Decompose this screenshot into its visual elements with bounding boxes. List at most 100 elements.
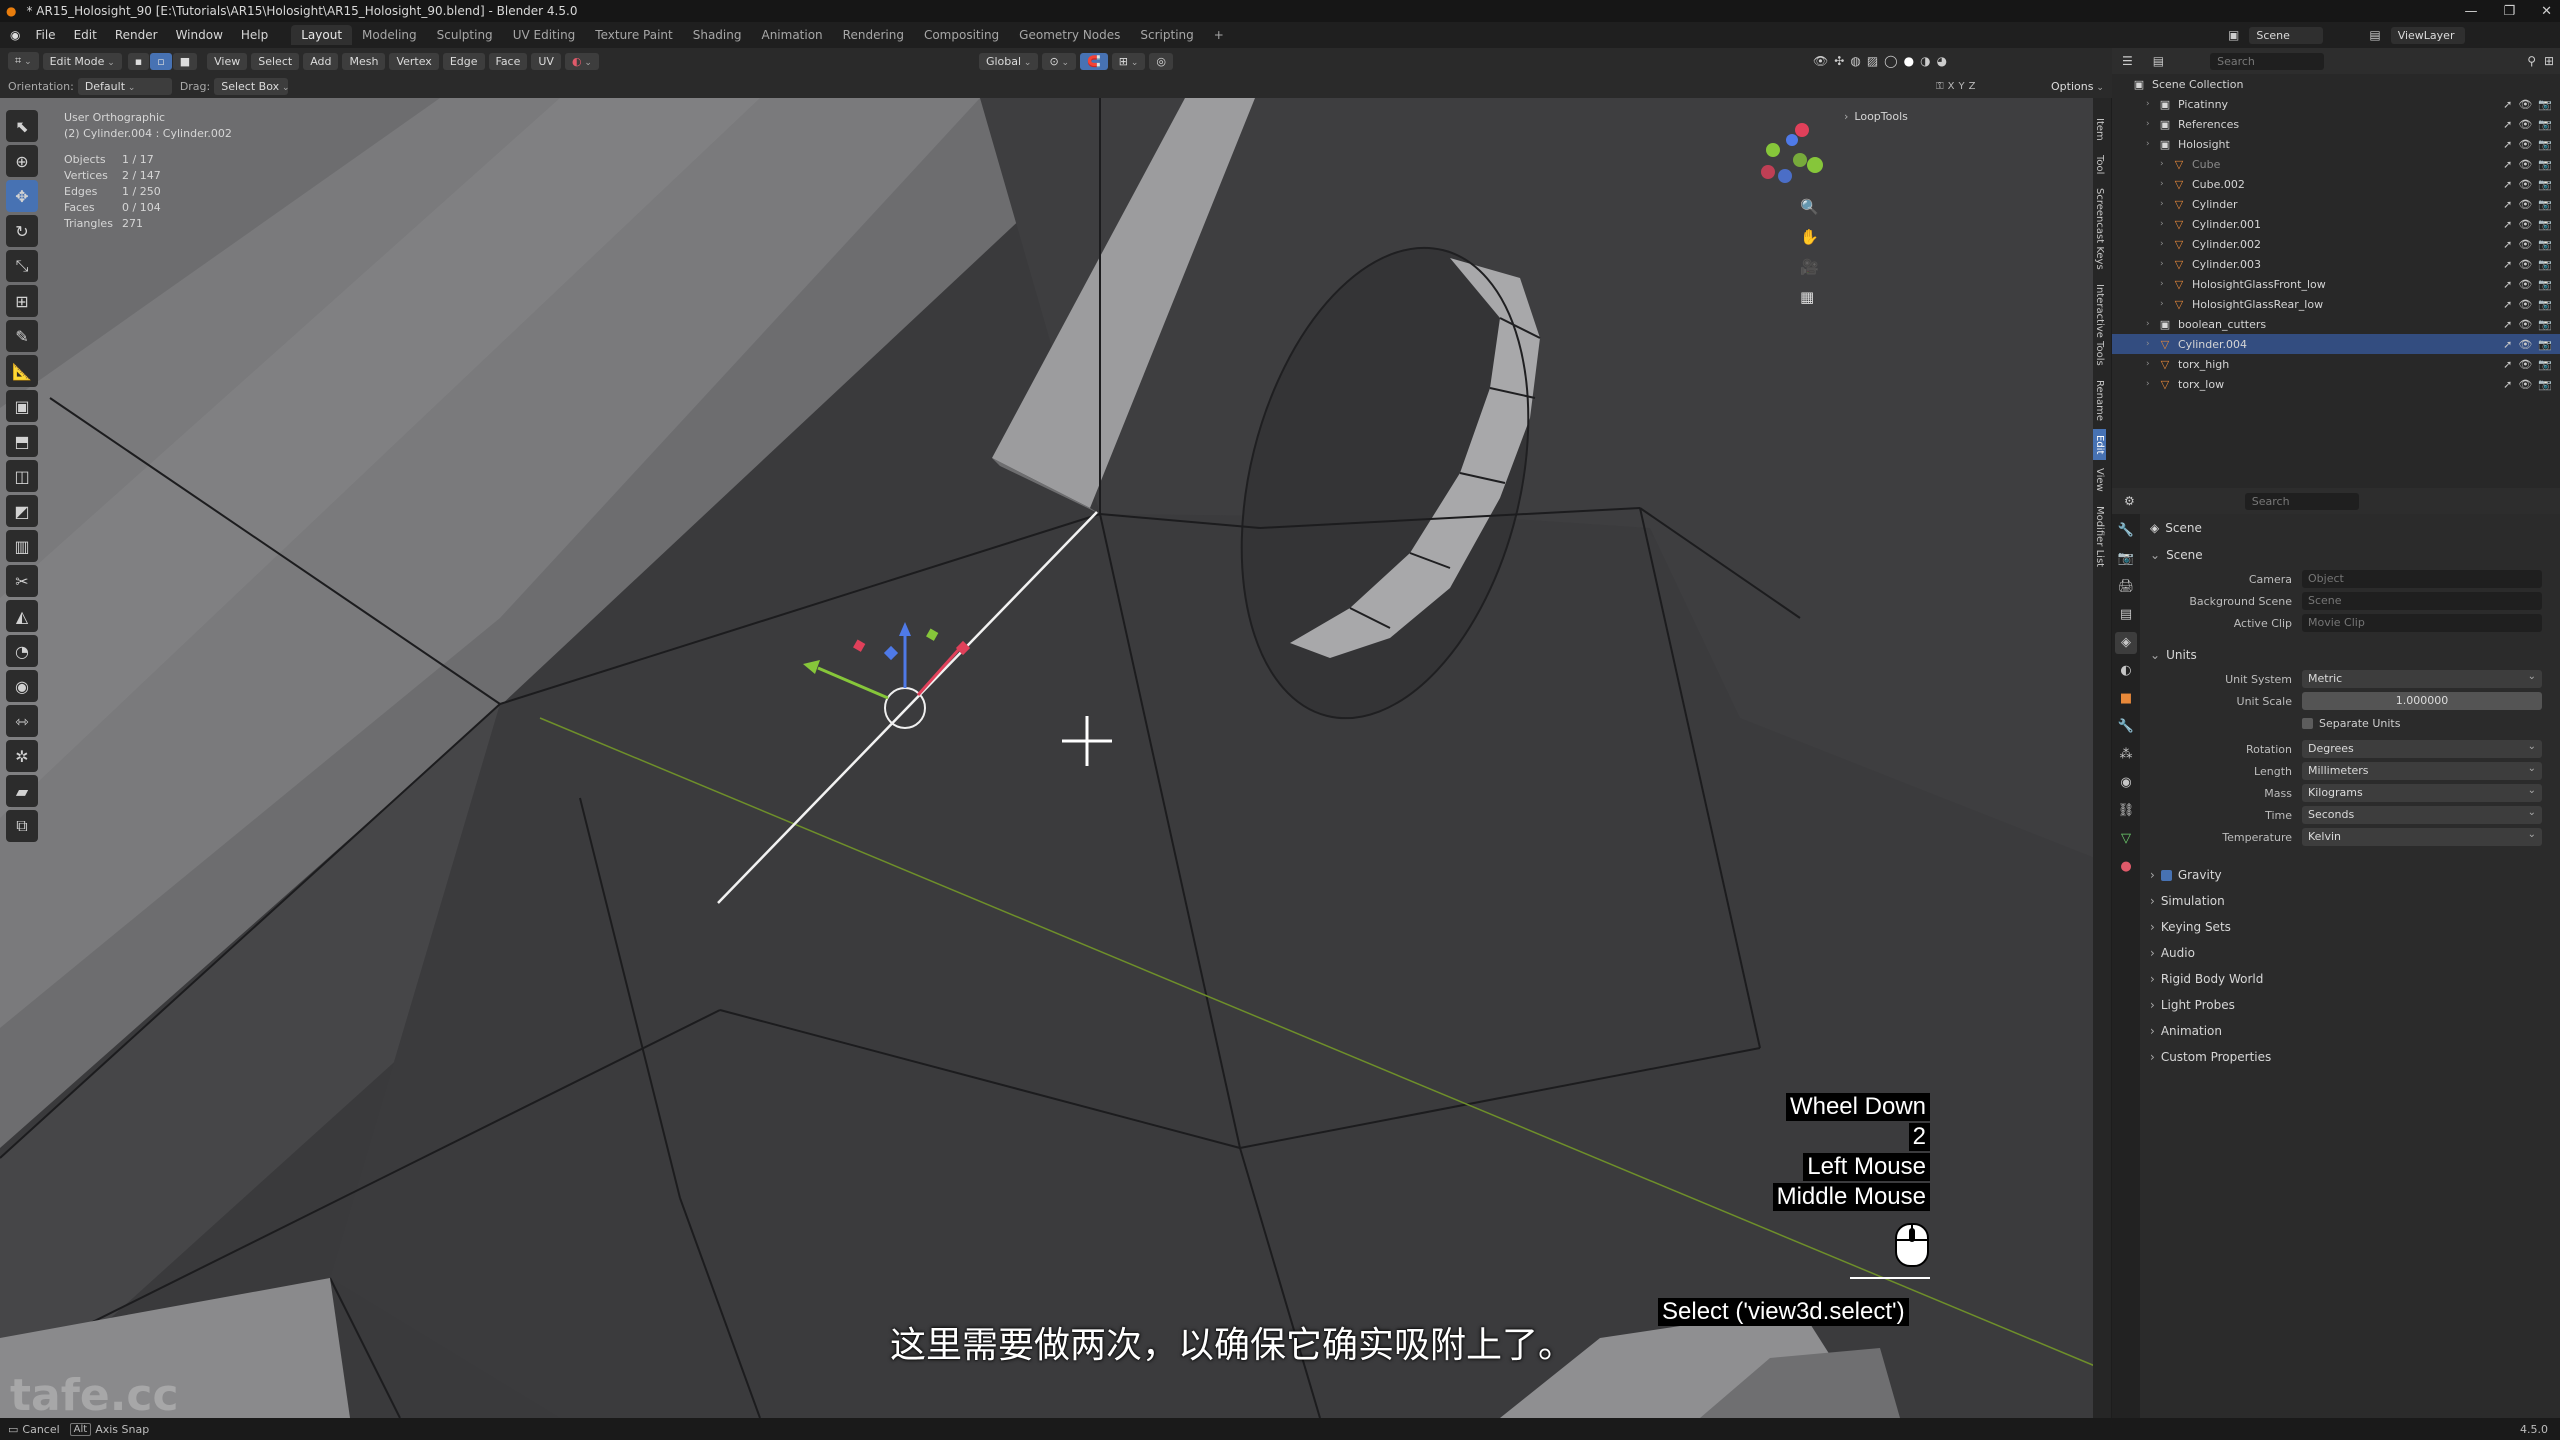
separate-units-checkbox[interactable] (2302, 717, 2313, 729)
world-props-icon[interactable]: ◐ (2115, 660, 2137, 682)
move-tool-icon[interactable]: ✥ (6, 180, 38, 212)
output-props-icon[interactable]: 🖨 (2115, 576, 2137, 598)
chevron-right-icon[interactable]: › (2146, 119, 2158, 129)
outliner-row[interactable]: › ▽ HolosightGlassRear_low ➚ 👁 📷 (2112, 294, 2560, 314)
select-toggle-icon[interactable]: ➚ (2503, 218, 2512, 231)
filter-icon[interactable]: ⚲ (2527, 54, 2536, 68)
particles-props-icon[interactable]: ⁂ (2115, 744, 2137, 766)
ortho-grid-icon[interactable]: ▦ (1800, 288, 1819, 306)
knife-tool-icon[interactable]: ✂ (6, 565, 38, 597)
select-mode-edge-icon[interactable]: ▫ (150, 52, 172, 70)
outliner-row[interactable]: › ▣ References ➚ 👁 📷 (2112, 114, 2560, 134)
select-mode-vertex-icon[interactable]: ▪ (127, 52, 150, 70)
annotate-tool-icon[interactable]: ✎ (6, 320, 38, 352)
camera-toggle-icon[interactable]: 📷 (2538, 198, 2552, 211)
tab-geometry-nodes[interactable]: Geometry Nodes (1009, 25, 1130, 45)
menu-file[interactable]: File (26, 28, 64, 42)
camera-toggle-icon[interactable]: 📷 (2538, 238, 2552, 251)
units-section-header[interactable]: ⌄ Units (2142, 642, 2560, 668)
extrude-tool-icon[interactable]: ⬒ (6, 425, 38, 457)
outliner-row[interactable]: › ▽ Cylinder ➚ 👁 📷 (2112, 194, 2560, 214)
measure-tool-icon[interactable]: 📐 (6, 355, 38, 387)
spin-tool-icon[interactable]: ◔ (6, 635, 38, 667)
outliner-row[interactable]: › ▽ Cylinder.004 ➚ 👁 📷 (2112, 334, 2560, 354)
mirror-z-toggle[interactable]: Z (1969, 81, 1976, 92)
select-toggle-icon[interactable]: ➚ (2503, 258, 2512, 271)
maximize-icon[interactable]: ❐ (2503, 4, 2515, 19)
tab-scripting[interactable]: Scripting (1130, 25, 1203, 45)
tab-compositing[interactable]: Compositing (914, 25, 1009, 45)
gizmo-icon[interactable]: ✣ (1834, 54, 1844, 68)
shading-wire-icon[interactable]: ◯ (1884, 54, 1897, 68)
select-tool-icon[interactable]: ⬉ (6, 110, 38, 142)
select-toggle-icon[interactable]: ➚ (2503, 198, 2512, 211)
time-dropdown[interactable]: Seconds (2302, 806, 2542, 824)
camera-toggle-icon[interactable]: 📷 (2538, 378, 2552, 391)
eye-icon[interactable]: 👁 (2518, 258, 2532, 271)
chevron-right-icon[interactable]: › (2146, 379, 2158, 389)
editor-type-button[interactable]: ⌗ (8, 52, 39, 70)
shading-solid-icon[interactable]: ● (1904, 54, 1914, 68)
zoom-icon[interactable]: 🔍 (1800, 198, 1819, 216)
tab-uv-editing[interactable]: UV Editing (503, 25, 586, 45)
rip-tool-icon[interactable]: ⧉ (6, 810, 38, 842)
tab-texture-paint[interactable]: Texture Paint (585, 25, 682, 45)
view-layer-props-icon[interactable]: ▤ (2115, 604, 2137, 626)
outliner-row[interactable]: › ▽ Cube ➚ 👁 📷 (2112, 154, 2560, 174)
new-collection-icon[interactable]: ⊞ (2544, 54, 2554, 68)
panel-simulation[interactable]: › Simulation (2142, 888, 2560, 914)
chevron-right-icon[interactable]: › (2160, 259, 2172, 269)
eye-icon[interactable]: 👁 (2518, 138, 2532, 151)
menu-uv[interactable]: UV (531, 52, 561, 70)
panel-gravity[interactable]: › Gravity (2142, 862, 2560, 888)
menu-window[interactable]: Window (167, 28, 232, 42)
eye-icon[interactable]: 👁 (2518, 358, 2532, 371)
outliner-row[interactable]: › ▽ Cylinder.001 ➚ 👁 📷 (2112, 214, 2560, 234)
camera-toggle-icon[interactable]: 📷 (2538, 358, 2552, 371)
chevron-right-icon[interactable]: › (2160, 199, 2172, 209)
object-props-icon[interactable]: ■ (2115, 688, 2137, 710)
chevron-right-icon[interactable]: › (2160, 279, 2172, 289)
select-toggle-icon[interactable]: ➚ (2503, 278, 2512, 291)
eye-icon[interactable]: 👁 (2518, 338, 2532, 351)
tab-layout[interactable]: Layout (291, 25, 353, 45)
camera-toggle-icon[interactable]: 📷 (2538, 318, 2552, 331)
tab-modeling[interactable]: Modeling (352, 25, 427, 45)
inset-tool-icon[interactable]: ◫ (6, 460, 38, 492)
tool-props-icon[interactable]: 🔧 (2115, 520, 2137, 542)
menu-edge[interactable]: Edge (442, 52, 485, 70)
properties-editor-icon[interactable]: ⚙ (2124, 494, 2135, 508)
mode-selector[interactable]: Edit Mode (42, 52, 122, 70)
outliner-row[interactable]: › ▽ Cylinder.003 ➚ 👁 📷 (2112, 254, 2560, 274)
snap-target-icon[interactable]: ⊞ (1111, 52, 1146, 70)
sidebar-tab-edit[interactable]: Edit (2093, 428, 2106, 460)
eye-icon[interactable]: 👁 (2518, 158, 2532, 171)
camera-toggle-icon[interactable]: 📷 (2538, 258, 2552, 271)
looptools-panel[interactable]: › LoopTools (1844, 108, 2084, 124)
chevron-right-icon[interactable]: › (2146, 339, 2158, 349)
menu-render[interactable]: Render (106, 28, 167, 42)
mirror-lock-icon[interactable]: ⚿ (1936, 81, 1944, 92)
mass-dropdown[interactable]: Kilograms (2302, 784, 2542, 802)
tab-sculpting[interactable]: Sculpting (427, 25, 503, 45)
active-clip-field[interactable]: Movie Clip (2302, 614, 2542, 632)
sidebar-tab-modifier-list[interactable]: Modifier List (2093, 500, 2106, 573)
properties-search-input[interactable]: Search (2244, 492, 2359, 510)
camera-toggle-icon[interactable]: 📷 (2538, 118, 2552, 131)
sidebar-tab-interactive-tools[interactable]: Interactive Tools (2093, 278, 2106, 372)
eye-icon[interactable]: 👁 (2518, 178, 2532, 191)
blender-menu-icon[interactable]: ◉ (10, 28, 20, 42)
edge-slide-tool-icon[interactable]: ⇿ (6, 705, 38, 737)
tab-shading[interactable]: Shading (683, 25, 752, 45)
outliner-row[interactable]: › ▣ Picatinny ➚ 👁 📷 (2112, 94, 2560, 114)
display-mode-icon[interactable]: ▤ (2153, 54, 2164, 68)
viewlayer-selector[interactable]: ViewLayer (2390, 26, 2465, 44)
scene-section-header[interactable]: ⌄ Scene (2142, 542, 2560, 568)
menu-add[interactable]: Add (303, 52, 339, 70)
scene-selector[interactable]: Scene (2249, 26, 2324, 44)
panel-light-probes[interactable]: › Light Probes (2142, 992, 2560, 1018)
select-mode-face-icon[interactable]: ■ (172, 52, 198, 70)
snap-toggle-icon[interactable]: 🧲 (1080, 52, 1108, 70)
camera-toggle-icon[interactable]: 📷 (2538, 138, 2552, 151)
add-workspace-button[interactable]: + (1204, 25, 1234, 45)
